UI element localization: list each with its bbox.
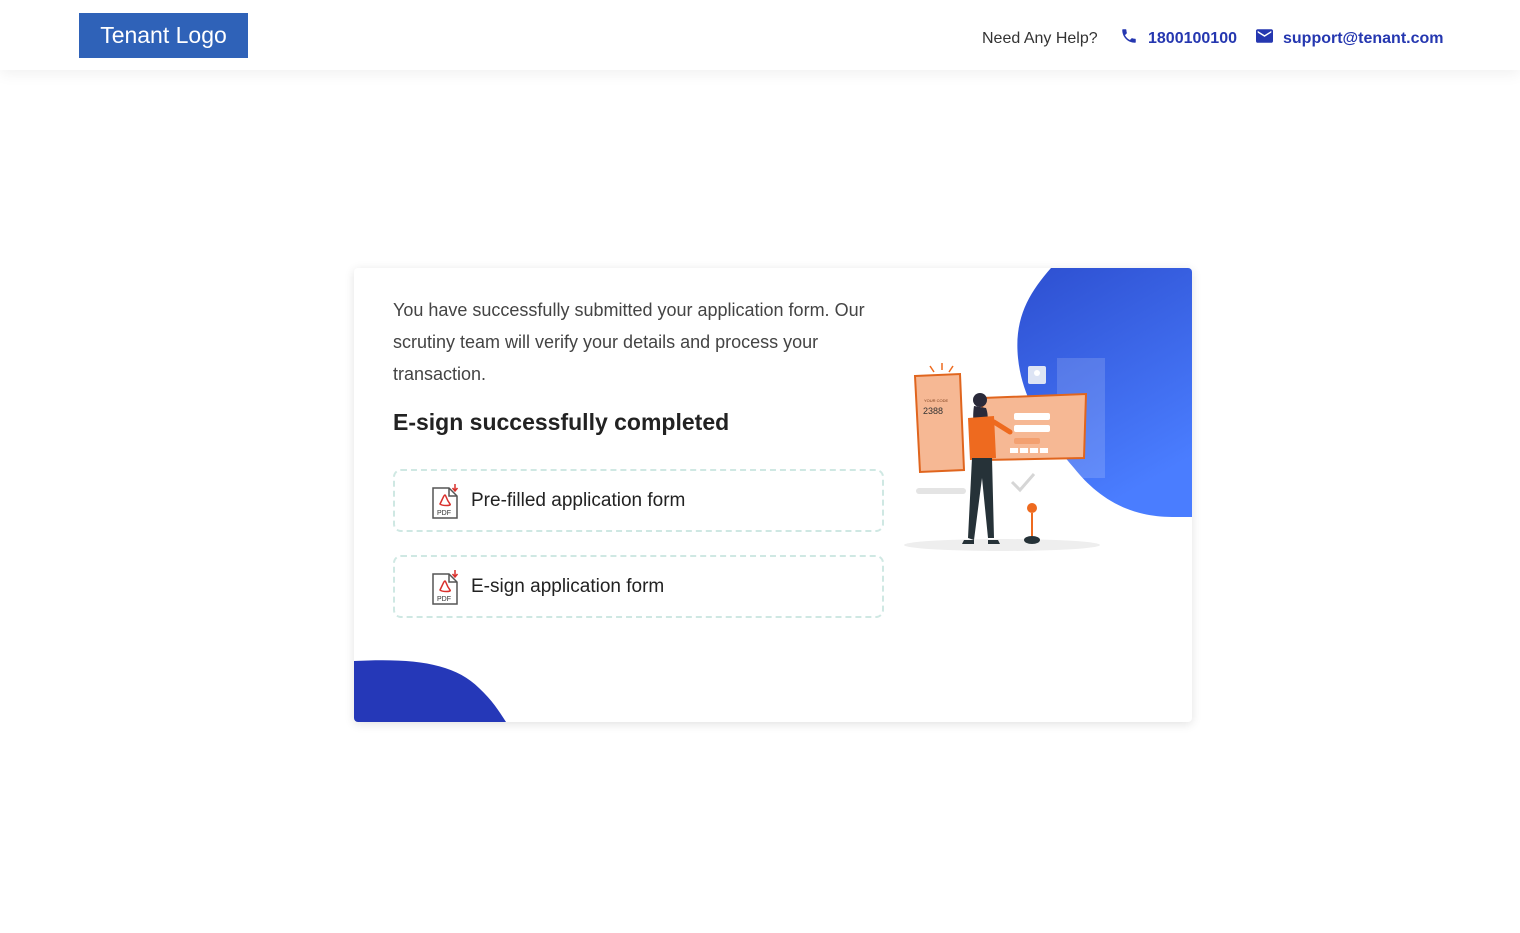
esign-heading: E-sign successfully completed [393, 409, 730, 435]
pdf-icon: PDF [432, 570, 459, 605]
svg-text:PDF: PDF [437, 510, 451, 517]
tenant-logo[interactable]: Tenant Logo [79, 13, 248, 58]
esign-form-download[interactable]: PDF E-sign application form [393, 555, 884, 618]
illustration-code: 2388 [923, 406, 943, 416]
phone-icon [1122, 29, 1136, 43]
help-label: Need Any Help? [982, 30, 1098, 47]
svg-text:PDF: PDF [437, 596, 451, 603]
verification-illustration: YOUR CODE 2388 [904, 358, 1105, 551]
illustration-code-label: YOUR CODE [924, 398, 949, 403]
doc-label: Pre-filled application form [471, 490, 686, 511]
doc-label: E-sign application form [471, 576, 665, 597]
email-link[interactable]: support@tenant.com [1283, 30, 1444, 48]
mail-icon [1256, 29, 1273, 43]
phone-link[interactable]: 1800100100 [1148, 30, 1237, 48]
top-header: Tenant Logo Need Any Help? 1800100100 su… [0, 0, 1520, 70]
pdf-icon: PDF [432, 484, 459, 519]
prefilled-form-download[interactable]: PDF Pre-filled application form [393, 469, 884, 532]
success-card: You have successfully submitted your app… [354, 268, 1192, 722]
submission-message: You have successfully submitted your app… [393, 300, 865, 384]
